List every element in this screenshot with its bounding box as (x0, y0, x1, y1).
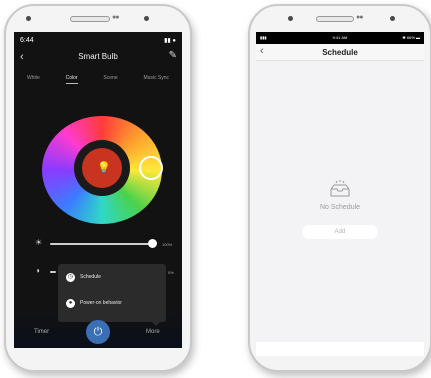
status-time: 6:44 (20, 37, 34, 44)
selected-color-preview[interactable]: 💡 (82, 148, 122, 188)
menu-item-power-on-behavior[interactable]: ● Power-on behavior (58, 294, 166, 314)
brightness-value: 100% (162, 242, 173, 247)
empty-box-icon (330, 180, 350, 197)
power-icon: ⏻ (93, 326, 103, 338)
bulb-icon: 💡 (97, 162, 111, 174)
status-icons: ▮▮ ● (164, 38, 176, 44)
empty-state-text: No Schedule (319, 204, 361, 211)
mode-tabs: White Color Scene Music Sync (14, 75, 182, 84)
power-button[interactable]: ⏻ (86, 320, 110, 344)
front-camera-icon (390, 16, 395, 21)
smart-bulb-screen: 6:44 ▮▮ ● ‹ Smart Bulb ✎ White Color Sce… (14, 32, 182, 348)
nav-bar: ‹ Schedule (256, 44, 424, 61)
edit-pencil-icon[interactable]: ✎ (169, 50, 177, 61)
popup-pointer (150, 320, 162, 326)
schedule-content: No Schedule Add (256, 61, 424, 348)
speaker-grille (316, 16, 354, 22)
color-picker-handle[interactable] (139, 156, 163, 180)
brightness-sun-icon: ☀ (35, 238, 43, 247)
page-title: Schedule (322, 48, 358, 57)
contrast-icon: ◑ (35, 266, 40, 275)
menu-item-label: Power-on behavior (80, 300, 122, 306)
speaker-grille (70, 16, 110, 22)
schedule-screen: ▮▮▮ 9:41 AM ✱ 66% ▬ ‹ Schedule No Schedu… (256, 32, 424, 348)
page-title: Smart Bulb (78, 52, 118, 61)
battery-status: ✱ 66% ▬ (402, 35, 420, 40)
power-on-behavior-icon: ● (66, 299, 75, 308)
brightness-slider[interactable] (50, 243, 154, 245)
menu-item-schedule[interactable]: ◷ Schedule (58, 268, 166, 288)
brightness-slider-knob[interactable] (148, 239, 157, 248)
sensor-dots: ●● (356, 14, 364, 21)
saturation-slider[interactable] (50, 271, 56, 273)
phone-frame-smart-bulb: ●● 6:44 ▮▮ ● ‹ Smart Bulb ✎ White Color … (4, 4, 192, 372)
more-button[interactable]: More (146, 329, 160, 335)
phone-frame-schedule: ●● ▮▮▮ 9:41 AM ✱ 66% ▬ ‹ Schedule No Sch… (248, 4, 431, 372)
timer-button[interactable]: Timer (34, 329, 49, 335)
front-camera-icon (144, 16, 149, 21)
camera-icon (26, 16, 31, 21)
add-schedule-button[interactable]: Add (302, 225, 378, 239)
status-bar: ▮▮▮ 9:41 AM ✱ 66% ▬ (256, 32, 424, 44)
tab-color[interactable]: Color (65, 75, 78, 84)
camera-icon (288, 16, 293, 21)
sensor-dots: ●● (112, 14, 120, 21)
status-time: 9:41 AM (332, 35, 348, 40)
saturation-value: 0% (168, 270, 174, 275)
menu-item-label: Schedule (80, 274, 101, 280)
tab-music-sync[interactable]: Music Sync (143, 75, 169, 84)
tab-scene[interactable]: Scene (103, 75, 117, 84)
tab-white[interactable]: White (27, 75, 40, 84)
color-wheel-center: 💡 (74, 140, 130, 196)
home-area (256, 342, 424, 356)
more-popup-menu: ◷ Schedule ● Power-on behavior (58, 264, 166, 322)
clock-icon: ◷ (66, 273, 75, 282)
